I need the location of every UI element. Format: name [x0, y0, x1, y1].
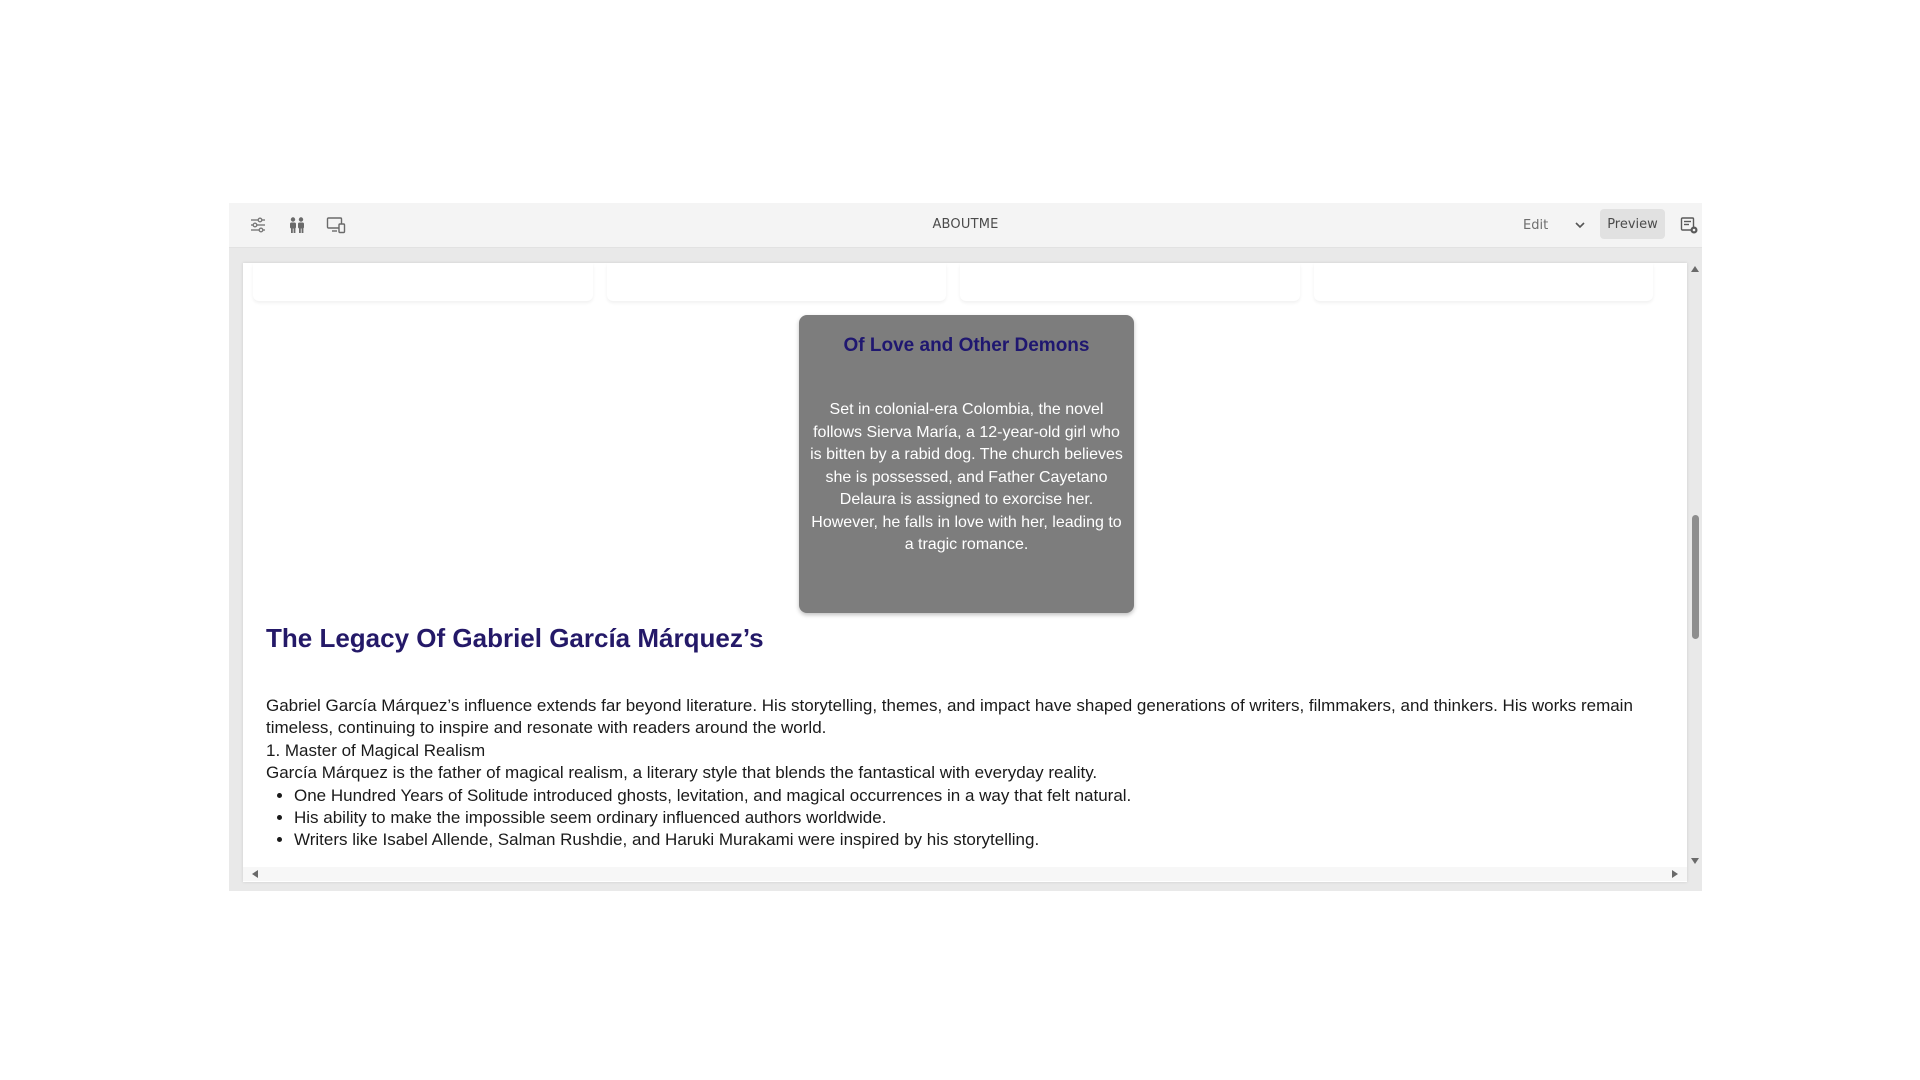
book-card[interactable]: Of Love and Other Demons Set in colonial…	[799, 315, 1134, 613]
preview-button[interactable]: Preview	[1600, 209, 1665, 239]
editor-toolbar: ABOUTME Edit Preview	[229, 203, 1702, 248]
mode-label: Edit	[1523, 217, 1549, 233]
scroll-down-icon[interactable]	[1689, 855, 1701, 867]
card-stub	[606, 263, 946, 301]
page-info-icon[interactable]	[1677, 213, 1701, 237]
vertical-scrollbar[interactable]	[1689, 263, 1701, 867]
bullet-list: One Hundred Years of Solitude introduced…	[266, 785, 1676, 852]
card-stub	[1313, 263, 1653, 301]
scroll-up-icon[interactable]	[1689, 263, 1701, 275]
card-stub	[253, 263, 593, 301]
list-item: Writers like Isabel Allende, Salman Rush…	[294, 829, 1676, 851]
mode-select[interactable]: Edit	[1523, 211, 1587, 239]
page-canvas: Of Love and Other Demons Set in colonial…	[243, 263, 1687, 882]
book-card-description: Set in colonial-era Colombia, the novel …	[810, 401, 1123, 553]
section-heading: The Legacy Of Gabriel García Márquez’s	[266, 623, 764, 653]
scroll-right-icon[interactable]	[1669, 868, 1681, 880]
article-body: Gabriel García Márquez’s influence exten…	[266, 695, 1676, 852]
subheading: 1. Master of Magical Realism	[266, 740, 486, 760]
card-stub	[960, 263, 1300, 301]
scrollbar-thumb[interactable]	[1692, 515, 1699, 639]
list-item: His ability to make the impossible seem …	[294, 807, 1676, 829]
horizontal-scrollbar[interactable]	[243, 867, 1687, 881]
subtext-paragraph: García Márquez is the father of magical …	[266, 763, 1098, 783]
list-item: One Hundred Years of Solitude introduced…	[294, 785, 1676, 807]
editor-window: ABOUTME Edit Preview Of Love and Other D…	[229, 203, 1702, 891]
book-card-title: Of Love and Other Demons	[843, 335, 1090, 356]
intro-paragraph: Gabriel García Márquez’s influence exten…	[266, 696, 1633, 738]
page-title: ABOUTME	[932, 217, 999, 232]
chevron-down-icon	[1573, 218, 1587, 232]
card-row-above	[253, 263, 1653, 301]
scroll-left-icon[interactable]	[249, 868, 261, 880]
